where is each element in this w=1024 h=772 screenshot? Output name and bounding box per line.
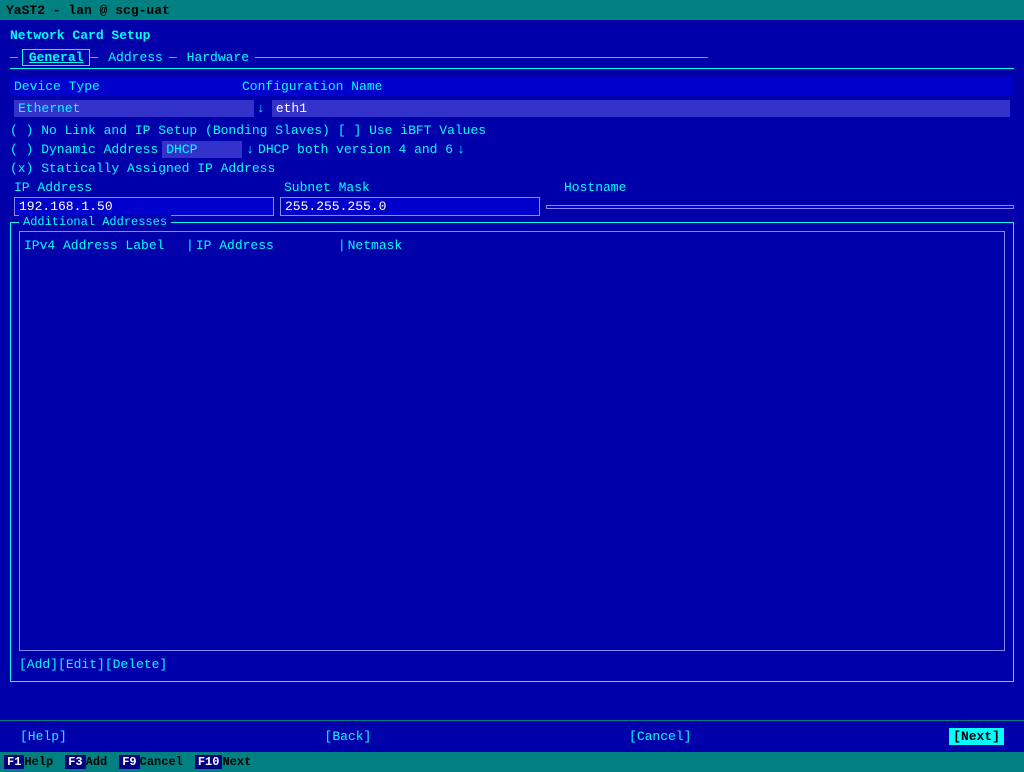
main-content: Network Card Setup — General — Address —… <box>0 20 1024 720</box>
addr-col-sep2: | <box>338 238 346 253</box>
radio-dynamic-row: ( ) Dynamic Address DHCP ↓ DHCP both ver… <box>10 141 1014 158</box>
addr-col-label-header: IPv4 Address Label <box>24 238 184 253</box>
action-bar: [Help] [Back] [Cancel] [Next] <box>0 720 1024 752</box>
device-config-row: Device Type Configuration Name <box>10 77 1014 96</box>
ip-address-header: IP Address <box>14 180 284 195</box>
dhcp-description: DHCP both version 4 and 6 <box>258 142 453 157</box>
fkey-f10-label: Next <box>222 755 251 769</box>
fkey-f1-num: F1 <box>4 755 24 769</box>
address-actions: [Add] [Edit] [Delete] <box>19 657 1005 672</box>
fkey-f9-num: F9 <box>119 755 139 769</box>
radio-no-link[interactable]: ( ) No Link and IP Setup (Bonding Slaves… <box>10 123 330 138</box>
address-table-container: IPv4 Address Label | IP Address | Netmas… <box>19 231 1005 651</box>
ip-address-input[interactable]: 192.168.1.50 <box>14 197 274 216</box>
addr-col-ip-header: IP Address <box>196 238 336 253</box>
subnet-mask-header: Subnet Mask <box>284 180 564 195</box>
addr-col-sep1: | <box>186 238 194 253</box>
tab-separator1: — <box>90 50 98 65</box>
add-address-button[interactable]: [Add] <box>19 657 58 672</box>
fkey-f3: F3 Add <box>65 755 115 769</box>
edit-address-button[interactable]: [Edit] <box>58 657 105 672</box>
device-dropdown-arrow: ↓ <box>257 101 265 116</box>
fkey-bar: F1 Help F3 Add F9 Cancel F10 Next <box>0 752 1024 772</box>
device-type-label: Device Type <box>14 79 194 94</box>
dhcp-end-arrow: ↓ <box>457 142 465 157</box>
fkey-f3-label: Add <box>86 755 108 769</box>
radio-static-label[interactable]: (x) Statically Assigned IP Address <box>10 161 275 176</box>
device-type-value[interactable]: Ethernet <box>14 100 254 117</box>
delete-address-button[interactable]: [Delete] <box>105 657 167 672</box>
radio-dynamic-label[interactable]: ( ) Dynamic Address <box>10 142 158 157</box>
page-title: Network Card Setup <box>10 28 1014 43</box>
fkey-f1-label: Help <box>24 755 53 769</box>
ip-values-row: 192.168.1.50 255.255.255.0 <box>10 197 1014 216</box>
config-name-label-text: Configuration Name <box>242 79 442 94</box>
radio-no-link-row: ( ) No Link and IP Setup (Bonding Slaves… <box>10 123 1014 138</box>
addr-col-netmask-header: Netmask <box>348 238 1000 253</box>
cancel-button[interactable]: [Cancel] <box>629 729 691 744</box>
tab-address[interactable]: Address <box>102 50 169 65</box>
next-button[interactable]: [Next] <box>949 728 1004 745</box>
additional-addresses-title: Additional Addresses <box>19 215 171 229</box>
additional-addresses-section: Additional Addresses IPv4 Address Label … <box>10 222 1014 682</box>
fkey-f9-label: Cancel <box>140 755 183 769</box>
dhcp-value[interactable]: DHCP <box>162 141 242 158</box>
fkey-f3-num: F3 <box>65 755 85 769</box>
fkey-f9: F9 Cancel <box>119 755 191 769</box>
title-text: YaST2 - lan @ scg-uat <box>6 3 170 18</box>
hostname-header: Hostname <box>564 180 1014 195</box>
fkey-f10-num: F10 <box>195 755 223 769</box>
title-bar: YaST2 - lan @ scg-uat <box>0 0 1024 20</box>
ibft-checkbox[interactable]: [ ] Use iBFT Values <box>338 123 486 138</box>
dhcp-arrow: ↓ <box>246 142 254 157</box>
subnet-mask-input[interactable]: 255.255.255.0 <box>280 197 540 216</box>
tab-bar: — General — Address — Hardware —————————… <box>10 49 1014 69</box>
general-tab-border-left: — <box>10 50 18 65</box>
tab-border-right: ————————————————————————————————————————… <box>255 50 1010 65</box>
ip-headers-row: IP Address Subnet Mask Hostname <box>10 180 1014 195</box>
hostname-input[interactable] <box>546 205 1014 209</box>
back-button[interactable]: [Back] <box>325 729 372 744</box>
device-values-row: Ethernet ↓ eth1 <box>10 98 1014 119</box>
fkey-f10: F10 Next <box>195 755 259 769</box>
fkey-f1: F1 Help <box>4 755 61 769</box>
tab-hardware[interactable]: Hardware <box>181 50 255 65</box>
tab-separator2: — <box>169 50 177 65</box>
tab-general[interactable]: General <box>22 49 91 66</box>
radio-static-row[interactable]: (x) Statically Assigned IP Address <box>10 161 1014 176</box>
help-button[interactable]: [Help] <box>20 729 67 744</box>
config-name-value[interactable]: eth1 <box>272 100 1010 117</box>
address-table-header: IPv4 Address Label | IP Address | Netmas… <box>24 236 1000 255</box>
